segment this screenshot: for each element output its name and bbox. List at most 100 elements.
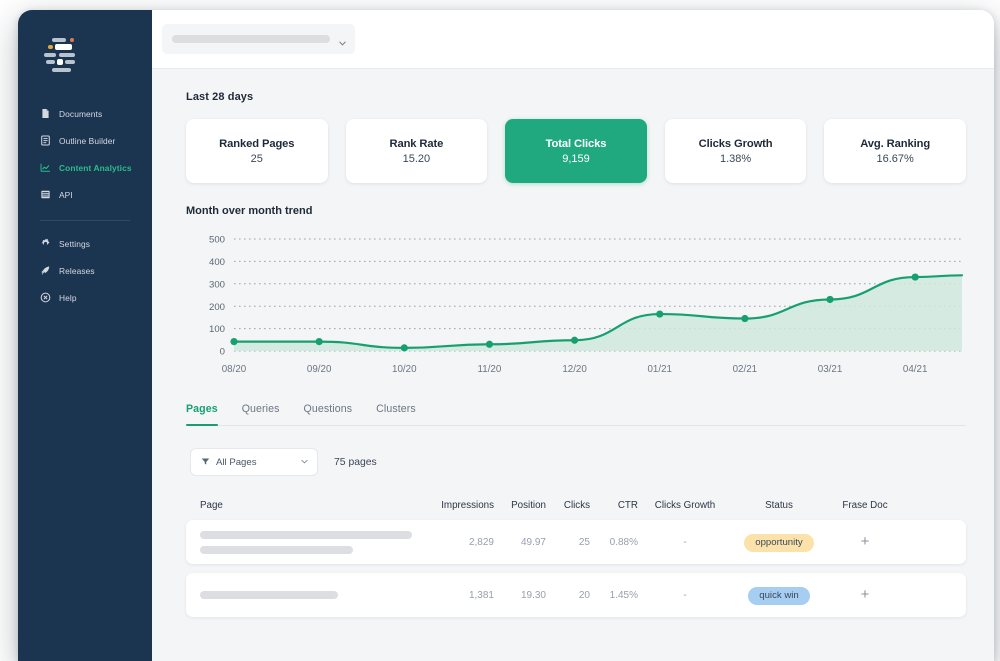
metric-card-clicks-growth[interactable]: Clicks Growth 1.38%	[664, 119, 807, 183]
column-header-ctr[interactable]: CTR	[590, 500, 638, 511]
sidebar-item-label: Help	[59, 292, 77, 303]
metric-title: Total Clicks	[545, 137, 607, 150]
page-skeleton	[200, 591, 412, 599]
sidebar-item-documents[interactable]: Documents	[18, 100, 152, 127]
trend-chart-svg: 0 100 200 300 400 500 08/20 09/20 10/20 11/20 12/2…	[209, 235, 964, 375]
metric-card-ranked-pages[interactable]: Ranked Pages 25	[186, 119, 328, 183]
metric-card-total-clicks[interactable]: Total Clicks 9,159	[505, 119, 647, 183]
app-window: Documents Outline Builder Content Analyt…	[18, 10, 994, 661]
x-axis-tick-label: 09/20	[307, 364, 332, 375]
column-header-clicks[interactable]: Clicks	[546, 500, 590, 511]
chart-data-point[interactable]	[826, 295, 834, 304]
x-axis-tick-label: 11/20	[478, 364, 502, 375]
rocket-icon	[40, 265, 51, 276]
chart-area-fill	[234, 275, 962, 351]
sidebar-nav-primary: Documents Outline Builder Content Analyt…	[18, 100, 152, 208]
status-badge: quick win	[748, 586, 810, 606]
table-row[interactable]: 1,381 19.30 20 1.45% - quick win +	[186, 573, 966, 617]
chevron-down-icon	[300, 453, 309, 471]
select-value-placeholder	[172, 35, 330, 43]
sidebar-item-label: Outline Builder	[59, 135, 116, 146]
all-pages-filter-select[interactable]: All Pages	[190, 448, 318, 476]
chart-data-point[interactable]	[485, 340, 494, 348]
chart-data-point[interactable]	[741, 314, 749, 323]
y-axis-tick-label: 100	[209, 324, 225, 335]
metric-title: Avg. Ranking	[860, 137, 931, 150]
page-cell	[200, 591, 412, 599]
position-cell: 19.30	[520, 589, 546, 601]
filter-label: All Pages	[216, 456, 257, 468]
sidebar-item-releases[interactable]: Releases	[18, 257, 152, 284]
column-header-impressions[interactable]: Impressions	[412, 500, 494, 511]
impressions-cell: 2,829	[468, 536, 494, 548]
x-axis-tick-label: 12/20	[562, 364, 587, 375]
metric-cards: Ranked Pages 25 Rank Rate 15.20 Total Cl…	[186, 119, 966, 183]
gear-icon	[40, 238, 51, 249]
clicks-growth-cell: -	[683, 589, 687, 601]
column-header-frase-doc[interactable]: Frase Doc	[826, 500, 904, 511]
document-icon	[40, 108, 51, 119]
x-axis-tick-label: 03/21	[818, 364, 843, 375]
metric-value: 16.67%	[876, 152, 914, 165]
column-header-position[interactable]: Position	[494, 500, 546, 511]
outline-icon	[40, 135, 51, 146]
sidebar-nav-secondary: Settings Releases Help	[18, 230, 152, 311]
help-circle-icon	[40, 292, 51, 303]
status-cell: quick win	[732, 585, 826, 606]
metric-card-avg-ranking[interactable]: Avg. Ranking 16.67%	[824, 119, 966, 183]
metric-card-rank-rate[interactable]: Rank Rate 15.20	[345, 119, 488, 183]
metric-value: 15.20	[402, 152, 431, 165]
chart-data-point[interactable]	[570, 336, 579, 344]
tab-pages[interactable]: Pages	[186, 403, 218, 426]
column-header-page[interactable]: Page	[200, 500, 412, 511]
chart-data-point[interactable]	[656, 310, 664, 318]
frase-logo-icon[interactable]	[40, 38, 84, 78]
x-axis-tick-label: 10/20	[392, 364, 417, 375]
chart-data-point[interactable]	[230, 337, 238, 346]
metric-value: 9,159	[562, 152, 590, 165]
clicks-cell: 20	[578, 589, 590, 601]
impressions-cell: 1,381	[468, 589, 494, 601]
content-area: Last 28 days Ranked Pages 25 Rank Rate 1…	[152, 69, 994, 661]
filter-row: All Pages 75 pages	[186, 448, 966, 476]
status-cell: opportunity	[732, 532, 826, 553]
x-axis-tick-label: 08/20	[222, 364, 247, 375]
chart-title: Month over month trend	[186, 205, 313, 217]
add-frase-doc-button[interactable]: +	[861, 533, 870, 550]
tab-queries[interactable]: Queries	[242, 403, 280, 425]
chart-data-point[interactable]	[315, 337, 323, 346]
x-axis-tick-label: 04/21	[903, 364, 928, 375]
table-row[interactable]: 2,829 49.97 25 0.88% - opportunity +	[186, 520, 966, 564]
chart-data-point[interactable]	[911, 273, 919, 281]
sidebar-item-help[interactable]: Help	[18, 284, 152, 311]
sidebar-item-label: Settings	[59, 238, 91, 249]
frase-doc-cell: +	[826, 533, 904, 551]
metric-value: 1.38%	[719, 152, 752, 165]
ctr-cell: 0.88%	[609, 536, 638, 548]
tab-questions[interactable]: Questions	[304, 403, 353, 425]
trend-chart: 0 100 200 300 400 500 08/20 09/20 10/20 11/20 12/2…	[186, 231, 966, 381]
top-bar	[152, 10, 994, 69]
y-axis-tick-label: 300	[209, 279, 225, 290]
pages-table: Page Impressions Position Clicks CTR Cli…	[186, 490, 966, 617]
project-select[interactable]	[162, 24, 355, 54]
sidebar-item-content-analytics[interactable]: Content Analytics	[18, 154, 152, 181]
sidebar-item-settings[interactable]: Settings	[18, 230, 152, 257]
sidebar-item-label: API	[59, 189, 73, 200]
list-icon	[40, 189, 51, 200]
metric-title: Ranked Pages	[219, 137, 295, 150]
column-header-clicks-growth[interactable]: Clicks Growth	[638, 500, 732, 511]
y-axis-tick-label: 0	[220, 347, 225, 358]
sidebar-item-api[interactable]: API	[18, 181, 152, 208]
metric-value: 25	[250, 152, 263, 165]
sidebar-item-label: Content Analytics	[59, 162, 132, 173]
chart-line-icon	[40, 162, 51, 173]
y-axis-tick-label: 500	[209, 235, 225, 246]
add-frase-doc-button[interactable]: +	[861, 586, 870, 603]
column-header-status[interactable]: Status	[732, 500, 826, 511]
sidebar-item-outline-builder[interactable]: Outline Builder	[18, 127, 152, 154]
sidebar: Documents Outline Builder Content Analyt…	[18, 10, 152, 661]
tab-clusters[interactable]: Clusters	[376, 403, 416, 425]
chart-data-point[interactable]	[400, 344, 408, 352]
pages-count-label: 75 pages	[334, 456, 377, 468]
